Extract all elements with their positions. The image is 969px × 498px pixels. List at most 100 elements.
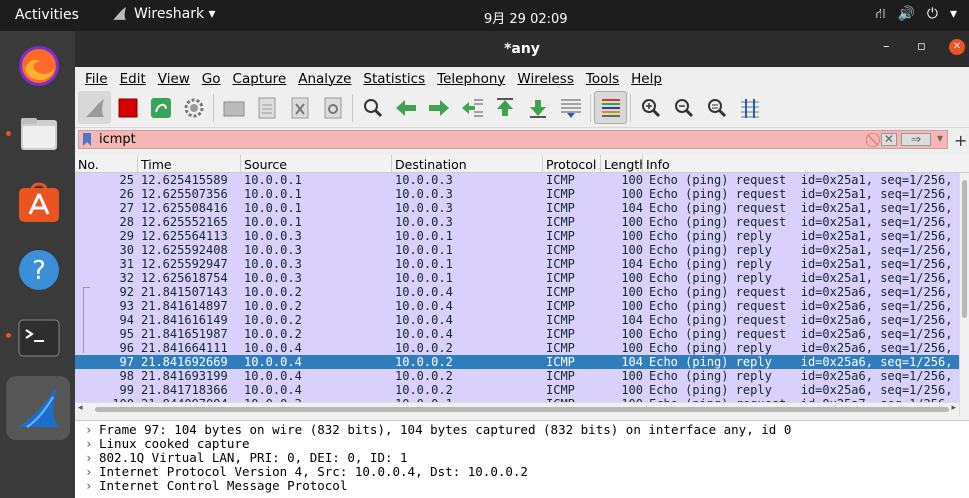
help-icon[interactable]: ?	[14, 245, 64, 295]
menu-go[interactable]: Go	[196, 67, 227, 88]
expand-chevron-icon[interactable]: ›	[75, 423, 99, 437]
menu-telephony[interactable]: Telephony	[431, 67, 511, 88]
close-file-icon[interactable]	[283, 91, 316, 124]
filter-dropdown-chevron-icon[interactable]: ▾	[935, 132, 945, 146]
stop-capture-icon[interactable]	[111, 91, 144, 124]
table-row[interactable]: 95 21.841651987 10.0.0.2 10.0.0.4 ICMP 100 Ech…	[75, 327, 959, 341]
go-forward-arrow-icon[interactable]	[422, 91, 455, 124]
column-header-source[interactable]: Source	[241, 155, 392, 172]
auto-scroll-icon[interactable]	[554, 91, 587, 124]
open-file-folder-icon[interactable]	[217, 91, 250, 124]
table-row[interactable]: 26 12.625507356 10.0.0.1 10.0.0.3 ICMP 100 Ech…	[75, 187, 959, 201]
wireshark-icon[interactable]	[6, 376, 70, 440]
network-icon[interactable]: ⛙	[876, 6, 886, 24]
vertical-scroll-thumb[interactable]	[962, 180, 967, 318]
save-file-icon[interactable]	[250, 91, 283, 124]
menu-tools[interactable]: Tools	[580, 67, 625, 88]
zoom-in-icon[interactable]	[634, 91, 667, 124]
cell-len: 100	[621, 243, 643, 257]
power-icon[interactable]: ⏻	[927, 6, 938, 24]
firefox-icon[interactable]	[14, 41, 64, 91]
menu-wireless[interactable]: Wireless	[511, 67, 580, 88]
files-icon[interactable]	[14, 109, 64, 159]
cell-dst: 10.0.0.1	[395, 229, 453, 243]
detail-tree-item[interactable]: › 802.1Q Virtual LAN, PRI: 0, DEI: 0, ID:…	[75, 451, 969, 465]
column-header-time[interactable]: Time	[138, 155, 241, 172]
vertical-scrollbar[interactable]	[959, 173, 969, 416]
start-capture-fin-icon[interactable]	[78, 91, 111, 124]
table-row[interactable]: 98 21.841693199 10.0.0.4 10.0.0.2 ICMP 100 Ech…	[75, 369, 959, 383]
cell-dst: 10.0.0.2	[395, 383, 453, 397]
menu-capture[interactable]: Capture	[227, 67, 293, 88]
colorize-list-icon[interactable]	[594, 91, 627, 124]
tray-menu-chevron-icon[interactable]: ▾	[950, 6, 957, 24]
table-row[interactable]: 27 12.625508416 10.0.0.1 10.0.0.3 ICMP 104 Ech…	[75, 201, 959, 215]
app-menu[interactable]: Wireshark ▾	[111, 5, 216, 22]
volume-icon[interactable]: 🔊	[897, 6, 914, 24]
activities-button[interactable]: Activities	[15, 7, 79, 23]
table-row[interactable]: 92 21.841507143 10.0.0.2 10.0.0.4 ICMP 100 Ech…	[75, 285, 959, 299]
table-row[interactable]: 30 12.625592408 10.0.0.3 10.0.0.1 ICMP 100 Ech…	[75, 243, 959, 257]
column-header-info[interactable]: Info	[643, 155, 969, 172]
horizontal-scroll-thumb[interactable]	[95, 407, 949, 412]
table-row[interactable]: 32 12.625618754 10.0.0.3 10.0.0.1 ICMP 100 Ech…	[75, 271, 959, 285]
bookmark-icon[interactable]	[79, 131, 95, 148]
terminal-icon[interactable]	[14, 313, 64, 363]
table-row[interactable]: 29 12.625564113 10.0.0.3 10.0.0.1 ICMP 100 Ech…	[75, 229, 959, 243]
maximize-button[interactable]: ▫	[917, 39, 926, 54]
column-header-protocol[interactable]: Protocol	[543, 155, 601, 172]
clear-filter-icon[interactable]: ✕	[880, 133, 897, 146]
table-row[interactable]: 97 21.841692669 10.0.0.4 10.0.0.2 ICMP 104 Ech…	[75, 355, 959, 369]
go-to-last-packet-icon[interactable]	[521, 91, 554, 124]
column-header-no[interactable]: No.	[75, 155, 138, 172]
add-filter-button-plus-icon[interactable]: +	[954, 131, 967, 150]
cell-info: Echo (ping) reply id=0x25a6, seq=1/256, …	[649, 383, 959, 397]
capture-options-gear-icon[interactable]	[177, 91, 210, 124]
detail-tree-item[interactable]: › Linux cooked capture	[75, 437, 969, 451]
menu-view[interactable]: View	[152, 67, 196, 88]
resize-columns-icon[interactable]	[733, 91, 766, 124]
minimize-button[interactable]: –	[883, 39, 890, 54]
table-row[interactable]: 28 12.625552165 10.0.0.1 10.0.0.3 ICMP 100 Ech…	[75, 215, 959, 229]
close-button[interactable]: ✕	[949, 39, 965, 55]
column-header-length[interactable]: Length	[601, 155, 643, 172]
menu-help[interactable]: Help	[625, 67, 668, 88]
menu-analyze[interactable]: Analyze	[292, 67, 357, 88]
menu-file[interactable]: File	[79, 67, 114, 88]
scroll-left-arrow-icon[interactable]: ◂	[78, 403, 83, 413]
restart-capture-icon[interactable]	[144, 91, 177, 124]
table-row[interactable]: 99 21.841718366 10.0.0.4 10.0.0.2 ICMP 100 Ech…	[75, 383, 959, 397]
table-row[interactable]: 31 12.625592947 10.0.0.3 10.0.0.1 ICMP 104 Ech…	[75, 257, 959, 271]
scroll-right-arrow-icon[interactable]: ▸	[951, 403, 956, 413]
zoom-out-icon[interactable]	[667, 91, 700, 124]
apply-filter-arrow-icon[interactable]: ⇒	[900, 133, 931, 146]
expand-chevron-icon[interactable]: ›	[75, 437, 99, 451]
menu-statistics[interactable]: Statistics	[357, 67, 431, 88]
menu-edit[interactable]: Edit	[114, 67, 152, 88]
cell-info: Echo (ping) reply id=0x25a6, seq=1/256, …	[649, 369, 959, 383]
software-store-icon[interactable]	[14, 177, 64, 227]
table-row[interactable]: 96 21.841664111 10.0.0.4 10.0.0.2 ICMP 100 Ech…	[75, 341, 959, 355]
detail-tree-item[interactable]: › Internet Protocol Version 4, Src: 10.0.…	[75, 465, 969, 479]
cell-src: 10.0.0.4	[244, 383, 302, 397]
display-filter-input[interactable]	[95, 132, 876, 147]
go-to-first-packet-icon[interactable]	[488, 91, 521, 124]
detail-tree-item[interactable]: › Frame 97: 104 bytes on wire (832 bits),…	[75, 423, 969, 437]
table-row[interactable]: 94 21.841616149 10.0.0.2 10.0.0.4 ICMP 104 Ech…	[75, 313, 959, 327]
table-row[interactable]: 93 21.841614897 10.0.0.2 10.0.0.4 ICMP 100 Ech…	[75, 299, 959, 313]
clock[interactable]: 9月 29 02:09	[484, 8, 568, 27]
column-header-destination[interactable]: Destination	[392, 155, 543, 172]
horizontal-scrollbar[interactable]: ◂ ▸	[75, 402, 959, 416]
cell-no: 25	[119, 173, 134, 187]
expand-chevron-icon[interactable]: ›	[75, 465, 99, 479]
expand-chevron-icon[interactable]: ›	[75, 479, 99, 493]
find-packet-search-icon[interactable]	[356, 91, 389, 124]
detail-tree-item[interactable]: › Internet Control Message Protocol	[75, 479, 969, 493]
system-tray[interactable]: ⛙ 🔊 ⏻ ▾	[876, 6, 957, 24]
reload-file-icon[interactable]	[316, 91, 349, 124]
expand-chevron-icon[interactable]: ›	[75, 451, 99, 465]
go-back-arrow-icon[interactable]	[389, 91, 422, 124]
go-to-packet-icon[interactable]	[455, 91, 488, 124]
table-row[interactable]: 25 12.625415589 10.0.0.1 10.0.0.3 ICMP 100 Ech…	[75, 173, 959, 187]
normal-size-icon[interactable]	[700, 91, 733, 124]
